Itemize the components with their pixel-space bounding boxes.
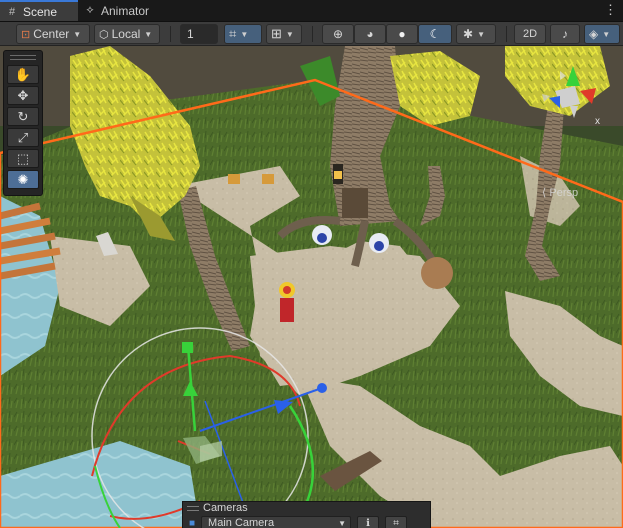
bug-icon: ✱ [463,27,474,41]
grid-icon: # [8,5,16,18]
rect-icon: ⬚ [16,150,30,166]
2d-mode-label: 2D [522,28,538,40]
layers-icon: ◈ [589,27,599,41]
transform-icon: ✺ [17,171,29,187]
chevron-down-icon: ▼ [285,29,294,39]
speaker-muted-icon: ♪ [562,27,568,41]
persp-icon: ⟨ [542,187,547,199]
scale-tool-button[interactable]: ⤢ [7,128,39,147]
hand-tool-button[interactable]: ✋ [7,65,39,84]
projection-label[interactable]: ⟨ Persp [542,186,578,199]
frame-icon: ⌗ [393,517,399,528]
wireframe-sphere-icon: ⊕ [332,27,344,41]
tab-animator-label: Animator [101,3,150,18]
camera-icon: ■ [189,517,196,528]
camera-info-button[interactable]: ℹ [357,516,380,528]
grid-visibility-button[interactable]: ⊞ ▼ [266,24,302,44]
chest-prop [262,174,274,184]
camera-overscan-button[interactable]: ⌗ [385,516,408,528]
move-arrows-icon: ✥ [17,87,29,103]
shaded-wireframe-icon: ◕ [366,27,374,41]
audio-toggle-button[interactable]: ♪ [550,24,580,44]
scene-toolbar: ⊡ Center ▼ ⬡ Local ▼ 1 ⌗ ▼ ⊞ ▼ ⊕ ◕ ● ☾ ✱… [0,22,623,46]
rotate-icon: ↻ [17,108,29,124]
toolbar-divider [170,26,171,42]
grid-snapping-button[interactable]: ⌗ ▼ [224,24,262,44]
toolbar-divider [506,26,507,42]
unlit-moon-icon: ☾ [429,27,441,41]
pivot-rotation-label: Local [111,27,141,41]
wireframe-shading-button[interactable]: ⊕ [322,24,354,44]
pivot-mode-dropdown[interactable]: ⊡ Center ▼ [16,24,90,44]
tab-bar: # Scene ⟡ Animator ⋮ [0,0,623,22]
scene-viewport[interactable]: ⟨ Persp x [0,46,623,528]
rect-tool-button[interactable]: ⬚ [7,149,39,168]
chevron-down-icon: ▼ [338,518,347,528]
info-icon: ℹ [366,517,370,528]
shaded-wireframe-button[interactable]: ◕ [354,24,386,44]
scene-render[interactable] [0,46,623,528]
tool-palette: ✋ ✥ ↻ ⤢ ⬚ ✺ [3,50,43,196]
drag-handle[interactable] [10,55,36,60]
projection-text: Persp [549,187,579,199]
effects-dropdown[interactable]: ◈ ▼ [584,24,620,44]
grid-size-input[interactable]: 1 [180,24,218,44]
tab-scene[interactable]: # Scene [0,0,78,21]
chest-prop [228,174,240,184]
unlit-button[interactable]: ☾ [418,24,452,44]
camera-select-value: Main Camera [208,517,275,528]
shaded-button[interactable]: ● [386,24,418,44]
drag-handle[interactable] [187,505,199,511]
chevron-down-icon: ▼ [144,29,153,39]
chevron-down-icon: ▼ [602,29,611,39]
transform-tool-button[interactable]: ✺ [7,170,39,189]
move-tool-button[interactable]: ✥ [7,86,39,105]
pivot-mode-label: Center [33,27,70,41]
2d-mode-button[interactable]: 2D [514,24,546,44]
chevron-down-icon: ▼ [73,29,82,39]
rock-prop [421,257,453,289]
debug-draw-mode-button[interactable]: ✱ ▼ [456,24,496,44]
pivot-icon: ⊡ [21,28,31,41]
grid-snap-icon: ⌗ [229,26,237,41]
chevron-down-icon: ▼ [240,29,249,39]
tab-animator[interactable]: ⟡ Animator [78,0,159,21]
hand-icon: ✋ [14,66,32,82]
pivot-rotation-dropdown[interactable]: ⬡ Local ▼ [94,24,160,44]
tab-scene-label: Scene [23,4,58,19]
player-character[interactable] [279,282,295,322]
grid-icon: ⊞ [271,26,282,41]
cameras-overlay: Cameras ■ Main Camera ▼ ℹ ⌗ [182,501,431,528]
rotate-tool-button[interactable]: ↻ [7,107,39,126]
cube-icon: ⬡ [99,28,109,41]
scale-icon: ⤢ [17,129,29,145]
toolbar-divider [312,26,313,42]
camera-select[interactable]: Main Camera ▼ [201,516,352,528]
grid-size-value: 1 [187,27,194,41]
axis-x-label: x [595,116,600,127]
cameras-title: Cameras [203,502,248,514]
animator-icon: ⟡ [86,4,94,16]
chevron-down-icon: ▼ [477,29,485,39]
shaded-sphere-icon: ● [398,27,406,41]
more-options-icon[interactable]: ⋮ [604,3,617,17]
